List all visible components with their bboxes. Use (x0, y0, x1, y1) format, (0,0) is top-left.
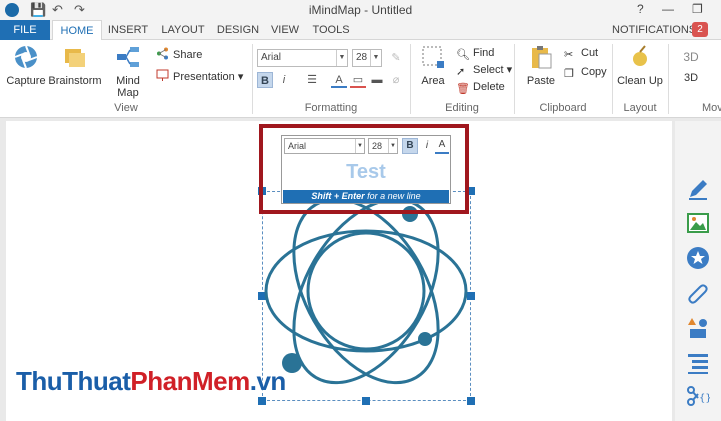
paste-button[interactable]: Paste (520, 44, 562, 87)
find-button[interactable]: 🔍︎ Find (456, 45, 494, 61)
group-divider (668, 44, 669, 114)
paste-icon (532, 46, 552, 69)
watermark-logo: ThuThuatPhanMem.vn (16, 366, 286, 396)
presentation-icon (156, 69, 169, 81)
bold-button[interactable]: B (257, 72, 273, 88)
italic-button[interactable]: i (276, 72, 292, 88)
shapes-icon[interactable] (686, 316, 710, 340)
share-label: Share (173, 49, 203, 61)
chevron-down-icon: ▼ (336, 50, 347, 66)
3d-icon: 3D (683, 50, 699, 64)
align-icon[interactable]: ☰ (304, 72, 320, 88)
scissors-braces-icon[interactable]: {} (686, 384, 710, 408)
brainstorm-icon (65, 49, 85, 67)
tab-view[interactable]: VIEW (266, 20, 304, 40)
paperclip-icon[interactable] (686, 281, 710, 305)
cleanup-icon (633, 45, 647, 66)
orbit-circle (306, 231, 426, 351)
editor-font-select[interactable]: Arial ▼ (284, 138, 365, 154)
title-bar: 💾 ↶ ↷ iMindMap - Untitled ? — ❐ (0, 0, 721, 20)
editing-group-label: Editing (445, 102, 479, 114)
mindmap-icon (117, 47, 139, 67)
right-side-panel: {} (675, 121, 721, 421)
resize-handle[interactable] (362, 397, 370, 405)
restore-button[interactable]: ❐ (692, 2, 703, 16)
orbit-ellipse (264, 229, 468, 353)
cursor-icon: ➚ (456, 66, 466, 78)
resize-handle[interactable] (258, 397, 266, 405)
copy-icon: ❐ (564, 68, 574, 80)
tab-design[interactable]: DESIGN (212, 20, 264, 40)
trash-icon: 🗑︎ (456, 83, 470, 95)
brainstorm-button[interactable]: Brainstorm (48, 44, 102, 87)
editor-size-select[interactable]: 28 ▼ (368, 138, 398, 154)
chevron-down-icon: ▼ (370, 50, 381, 66)
central-atom-image[interactable] (255, 193, 477, 393)
search-icon: 🔍︎ (456, 49, 470, 61)
capture-icon (14, 45, 38, 69)
outline-icon[interactable] (686, 351, 710, 375)
tab-layout[interactable]: LAYOUT (156, 20, 210, 40)
font-color-icon[interactable]: A (331, 72, 347, 88)
paste-label: Paste (526, 75, 556, 87)
mindmap-label: Mind Map (116, 75, 140, 99)
editor-bold-button[interactable]: B (402, 138, 418, 154)
layout-group-label: Layout (623, 102, 657, 114)
view-group-label: View (114, 102, 138, 114)
tab-insert[interactable]: INSERT (104, 20, 152, 40)
3d-button[interactable]: 3D 3D (674, 44, 708, 84)
move-group-label: Mov (702, 102, 721, 114)
cut-button[interactable]: ✂ Cut (564, 45, 598, 61)
delete-button[interactable]: 🗑︎ Delete (456, 79, 505, 95)
share-button[interactable]: Share (156, 47, 202, 63)
clear-format-icon[interactable]: ⌀ (388, 72, 404, 88)
area-label: Area (421, 75, 445, 87)
tab-file[interactable]: FILE (0, 20, 50, 40)
presentation-button[interactable]: Presentation ▾ (156, 69, 243, 85)
editor-italic-button[interactable]: i (421, 138, 433, 154)
inline-text-editor[interactable]: Arial ▼ 28 ▼ B i A Test Shift + Enter for … (281, 135, 451, 204)
resize-handle[interactable] (467, 397, 475, 405)
format-painter-icon[interactable]: ✎ (388, 50, 404, 66)
scissors-icon: ✂ (564, 49, 574, 61)
notifications-badge[interactable]: 2 (692, 22, 708, 37)
chevron-down-icon: ▼ (355, 139, 364, 153)
window-title: iMindMap - Untitled (308, 3, 413, 17)
star-icon[interactable] (686, 246, 710, 270)
formatting-group-label: Formatting (304, 102, 358, 114)
ribbon: Capture Brainstorm Mind Map Share Presen… (0, 40, 721, 118)
capture-button[interactable]: Capture (4, 44, 48, 87)
area-button[interactable]: Area (415, 44, 451, 87)
brainstorm-label: Brainstorm (48, 75, 102, 87)
editor-color-button[interactable]: A (435, 138, 449, 154)
mindmap-button[interactable]: Mind Map (104, 44, 152, 99)
editor-text-input[interactable]: Test (282, 157, 450, 187)
help-button[interactable]: ? (637, 2, 644, 16)
highlight-icon[interactable]: ▭ (350, 72, 366, 88)
font-size-select[interactable]: 28 ▼ (352, 49, 382, 67)
image-icon[interactable] (686, 211, 710, 235)
3d-label: 3D (683, 72, 699, 84)
border-color-icon[interactable]: ▬ (369, 72, 385, 88)
select-button[interactable]: ➚ Select ▾ (456, 62, 512, 78)
share-icon (157, 47, 168, 60)
pencil-icon[interactable] (686, 177, 710, 201)
cleanup-label: Clean Up (617, 75, 663, 87)
presentation-label: Presentation (173, 71, 235, 83)
editor-hint: Shift + Enter for a new line (283, 190, 449, 203)
area-select-icon (422, 46, 444, 68)
tab-tools[interactable]: TOOLS (308, 20, 354, 40)
copy-button[interactable]: ❐ Copy (564, 64, 607, 80)
notifications-label[interactable]: NOTIFICATIONS (612, 20, 696, 40)
cleanup-button[interactable]: Clean Up (616, 44, 664, 87)
tab-home[interactable]: HOME (52, 20, 102, 41)
electron (418, 332, 432, 346)
font-family-select[interactable]: Arial ▼ (257, 49, 348, 67)
capture-label: Capture (6, 75, 46, 87)
clipboard-group-label: Clipboard (539, 102, 587, 114)
svg-text:{}: {} (699, 393, 710, 404)
chevron-down-icon: ▼ (388, 139, 397, 153)
minimize-button[interactable]: — (662, 2, 674, 16)
menu-tabs: FILE HOME INSERT LAYOUT DESIGN VIEW TOOL… (0, 20, 721, 41)
